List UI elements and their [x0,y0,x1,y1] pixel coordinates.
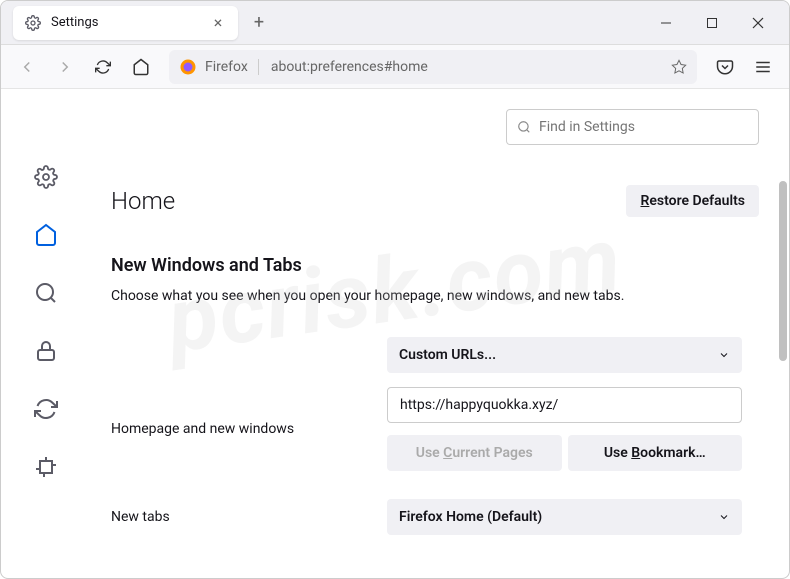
sidebar-privacy-icon[interactable] [33,338,59,364]
dropdown-value: Custom URLs... [399,347,496,363]
gear-icon [25,15,41,31]
restore-defaults-button[interactable]: Restore Defaults [626,185,759,217]
newtabs-label: New tabs [111,509,371,525]
firefox-logo-icon [179,58,197,76]
settings-search-box[interactable] [506,109,759,145]
homepage-url-input[interactable] [387,387,742,423]
use-bookmark-button[interactable]: Use Bookmark… [568,435,743,471]
use-current-pages-button[interactable]: Use Current Pages [387,435,562,471]
section-title: New Windows and Tabs [111,255,759,276]
dropdown-value: Firefox Home (Default) [399,509,542,525]
search-icon [517,120,531,134]
sidebar-home-icon[interactable] [33,222,59,248]
sidebar-general-icon[interactable] [33,164,59,190]
reload-button[interactable] [87,51,119,83]
close-window-button[interactable] [735,3,781,43]
browser-tab[interactable]: Settings × [13,6,238,40]
home-button[interactable] [125,51,157,83]
homepage-dropdown[interactable]: Custom URLs... [387,337,742,373]
sidebar-search-icon[interactable] [33,280,59,306]
url-bar[interactable]: Firefox about:preferences#home [169,50,697,84]
url-label: Firefox [205,59,259,75]
maximize-button[interactable] [689,3,735,43]
settings-sidebar [1,89,91,578]
url-path: about:preferences#home [267,59,663,75]
chevron-down-icon [718,511,730,523]
sidebar-extensions-icon[interactable] [33,454,59,480]
pocket-button[interactable] [709,51,741,83]
minimize-button[interactable] [643,3,689,43]
newtabs-dropdown[interactable]: Firefox Home (Default) [387,499,742,535]
close-tab-icon[interactable]: × [210,15,226,31]
homepage-label: Homepage and new windows [111,421,371,437]
bookmark-star-icon[interactable] [671,59,687,75]
title-bar: Settings × + [1,1,789,45]
back-button[interactable] [11,51,43,83]
main-panel: Home Restore Defaults New Windows and Ta… [91,89,789,578]
forward-button[interactable] [49,51,81,83]
scrollbar-thumb[interactable] [779,181,787,361]
page-title: Home [111,187,175,215]
settings-search-input[interactable] [539,119,748,135]
hamburger-menu-button[interactable] [747,51,779,83]
toolbar: Firefox about:preferences#home [1,45,789,89]
sidebar-sync-icon[interactable] [33,396,59,422]
section-description: Choose what you see when you open your h… [111,286,759,307]
tab-title: Settings [51,15,200,30]
new-tab-button[interactable]: + [244,8,274,38]
chevron-down-icon [718,349,730,361]
